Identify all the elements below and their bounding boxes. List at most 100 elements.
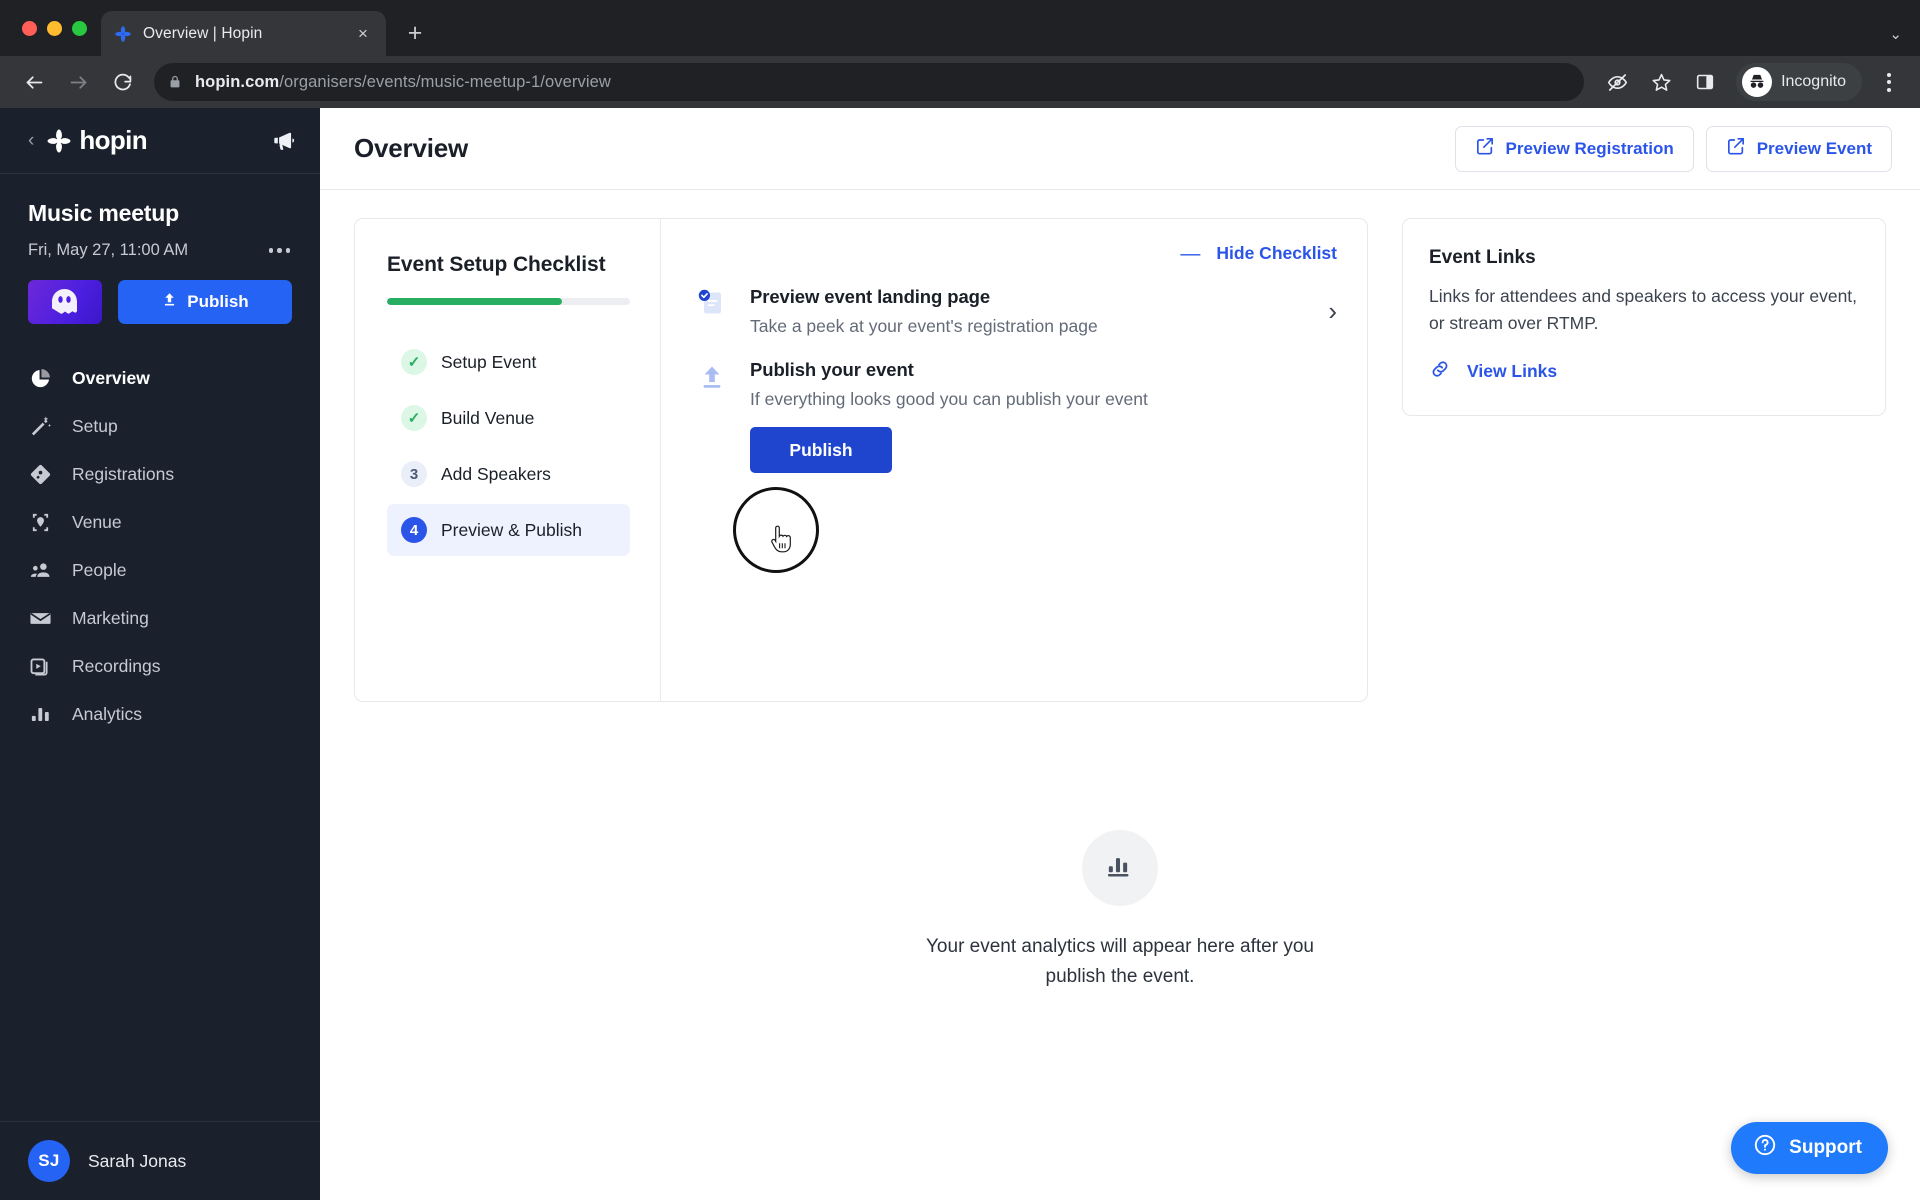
sidebar-item-venue[interactable]: Venue (0, 498, 320, 546)
support-button[interactable]: Support (1731, 1122, 1888, 1174)
sidebar-item-registrations[interactable]: Registrations (0, 450, 320, 498)
close-window-button[interactable] (22, 20, 37, 36)
forward-button[interactable] (58, 62, 98, 102)
window-traffic-lights (16, 0, 101, 56)
sidebar-label-overview: Overview (72, 367, 150, 388)
header-actions: Preview Registration Preview Event (1454, 125, 1892, 172)
minus-icon: — (1180, 242, 1201, 265)
analytics-empty-text: Your event analytics will appear here af… (926, 936, 1314, 988)
checklist-title: Event Setup Checklist (387, 253, 606, 276)
pie-chart-icon (28, 366, 52, 390)
ghost-avatar-icon[interactable] (28, 280, 102, 324)
sidebar-label-registrations: Registrations (72, 463, 175, 484)
event-links-description: Links for attendees and speakers to acce… (1429, 286, 1858, 334)
view-links-row[interactable]: View Links (1429, 358, 1859, 385)
preview-event-button[interactable]: Preview Event (1705, 125, 1892, 172)
task-body: Publish your event If everything looks g… (750, 359, 1337, 473)
sidebar-item-setup[interactable]: Setup (0, 402, 320, 450)
checklist-step-label: Add Speakers (441, 463, 551, 484)
sidebar-label-analytics: Analytics (72, 703, 143, 724)
bookmark-star-icon[interactable] (1642, 63, 1680, 101)
close-tab-button[interactable]: × (352, 23, 374, 45)
sidebar-label-marketing: Marketing (72, 607, 149, 628)
event-more-options-button[interactable] (267, 242, 293, 259)
maximize-window-button[interactable] (72, 20, 87, 36)
view-links-label[interactable]: View Links (1467, 361, 1557, 382)
preview-registration-button[interactable]: Preview Registration (1454, 125, 1694, 172)
sidebar-item-overview[interactable]: Overview (0, 354, 320, 402)
new-tab-button[interactable]: + (398, 16, 432, 50)
minimize-window-button[interactable] (47, 20, 62, 36)
sidebar-item-analytics[interactable]: Analytics (0, 690, 320, 738)
people-icon (28, 558, 52, 582)
task-title: Preview event landing page (750, 286, 991, 307)
sidebar-item-recordings[interactable]: Recordings (0, 642, 320, 690)
toolbar-icons: Incognito (1598, 63, 1906, 101)
hide-checklist-label[interactable]: Hide Checklist (1216, 243, 1337, 264)
page-title: Overview (354, 133, 469, 163)
preview-registration-label: Preview Registration (1505, 138, 1674, 158)
external-link-icon (1726, 136, 1746, 161)
hopin-brand[interactable]: hopin (46, 125, 148, 156)
tab-strip: Overview | Hopin × + ⌄ (0, 0, 1920, 56)
task-preview-landing-page[interactable]: Preview event landing page Take a peek a… (695, 286, 1337, 337)
tab-title: Overview | Hopin (143, 24, 263, 42)
checklist-step-preview-publish[interactable]: 4 Preview & Publish (387, 504, 630, 556)
reload-button[interactable] (102, 62, 142, 102)
browser-menu-icon[interactable] (1872, 63, 1906, 101)
profile-button[interactable]: Incognito (1736, 63, 1862, 101)
sidebar-item-marketing[interactable]: Marketing (0, 594, 320, 642)
preview-event-label: Preview Event (1756, 138, 1872, 158)
map-pin-icon (28, 510, 52, 534)
checklist-step-label: Preview & Publish (441, 519, 583, 540)
event-meta-row: Fri, May 27, 11:00 AM (28, 241, 292, 260)
back-button[interactable] (14, 62, 54, 102)
browser-toolbar: hopin.com/organisers/events/music-meetup… (0, 56, 1920, 108)
sidebar-label-venue: Venue (72, 511, 122, 532)
side-panel-icon[interactable] (1686, 63, 1724, 101)
question-circle-icon (1753, 1133, 1777, 1163)
task-description: If everything looks good you can publish… (750, 389, 1148, 409)
chevron-down-icon[interactable]: ⌄ (1889, 25, 1902, 43)
hopin-logo-icon (113, 24, 133, 44)
event-links-card: Event Links Links for attendees and spea… (1402, 218, 1886, 417)
profile-label: Incognito (1781, 73, 1846, 90)
sidebar-event-block: Music meetup Fri, May 27, 11:00 AM Publi… (0, 174, 320, 324)
external-link-icon (1475, 136, 1495, 161)
url-text: hopin.com/organisers/events/music-meetup… (195, 73, 611, 92)
event-date: Fri, May 27, 11:00 AM (28, 241, 189, 259)
browser-window: Overview | Hopin × + ⌄ hopin.com/organis… (0, 0, 1920, 1200)
sidebar-item-people[interactable]: People (0, 546, 320, 594)
magic-wand-icon (28, 414, 52, 438)
checklist-steps-panel: Event Setup Checklist ✓ Setup Event ✓ Bu… (355, 219, 661, 701)
event-actions: Publish (28, 280, 292, 324)
event-name: Music meetup (28, 200, 179, 226)
sidebar-publish-button[interactable]: Publish (118, 280, 292, 324)
sidebar-publish-label: Publish (187, 292, 249, 311)
sidebar-nav: Overview Setup Registrations Venue Peopl… (0, 354, 320, 1121)
mouse-cursor (769, 525, 795, 560)
sidebar-user-block[interactable]: SJ Sarah Jonas (0, 1121, 320, 1200)
checklist-progress-fill (387, 298, 562, 305)
megaphone-icon[interactable] (270, 127, 298, 155)
address-bar[interactable]: hopin.com/organisers/events/music-meetup… (154, 63, 1585, 101)
checklist-step-build-venue[interactable]: ✓ Build Venue (387, 392, 630, 444)
browser-tab[interactable]: Overview | Hopin × (101, 11, 386, 56)
eye-off-icon[interactable] (1598, 63, 1636, 101)
checklist-step-label: Build Venue (441, 407, 535, 428)
video-library-icon (28, 654, 52, 678)
publish-button[interactable]: Publish (750, 427, 892, 473)
envelope-icon (28, 606, 52, 630)
click-highlight-ring (733, 487, 819, 573)
check-icon: ✓ (401, 405, 427, 431)
user-name: Sarah Jonas (88, 1150, 187, 1171)
sidebar-collapse-button[interactable]: ‹ (28, 131, 34, 150)
upload-arrow-icon (695, 359, 729, 400)
sidebar: ‹ hopin Music meetup Fri, May 27, 11:00 … (0, 108, 320, 1200)
checklist-step-add-speakers[interactable]: 3 Add Speakers (387, 448, 630, 500)
chevron-right-icon[interactable]: › (1314, 296, 1337, 327)
chain-link-icon (1429, 358, 1451, 385)
hide-checklist-row[interactable]: — Hide Checklist (695, 243, 1337, 264)
checklist-tasks-panel: — Hide Checklist Preview event landing p… (661, 219, 1367, 701)
checklist-step-setup-event[interactable]: ✓ Setup Event (387, 336, 630, 388)
